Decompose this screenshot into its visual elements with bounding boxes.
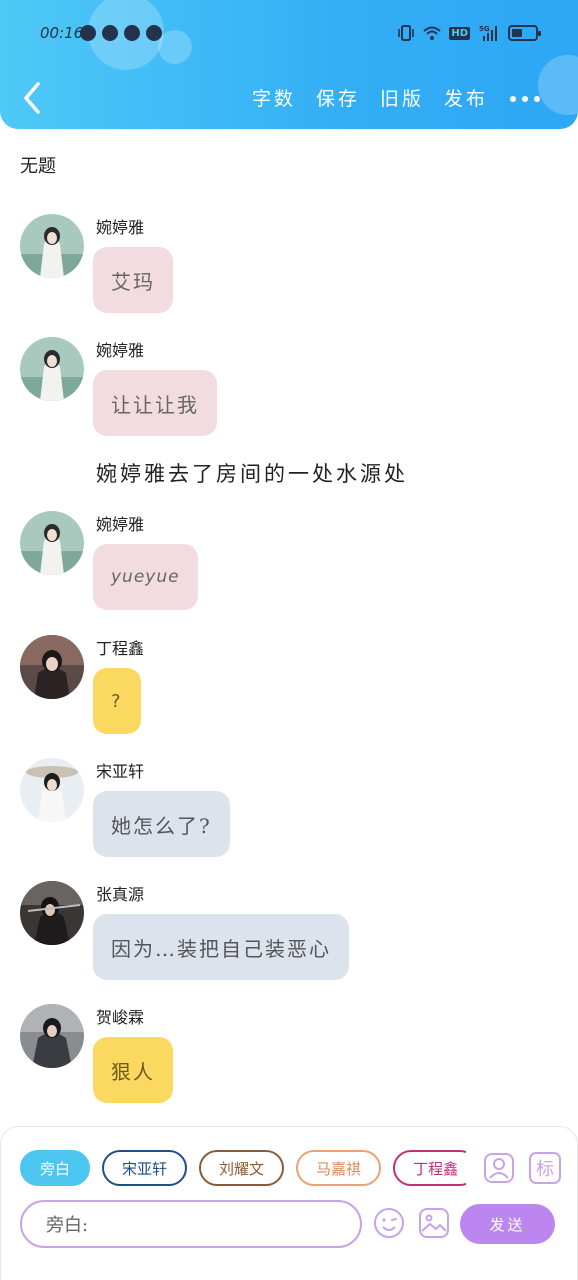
message-bubble[interactable]: 让让让我 (93, 370, 217, 436)
app-header: 00:16 HD 5G 字数 保存 旧版 发布 (0, 0, 578, 129)
notification-icon (146, 25, 162, 41)
old-version-button[interactable]: 旧版 (380, 84, 424, 111)
decor-bubble (538, 55, 578, 115)
more-dots-icon[interactable] (510, 96, 540, 102)
message-bubble[interactable]: 艾玛 (93, 247, 173, 313)
chip-dingchengxin[interactable]: 丁程鑫 (393, 1150, 466, 1186)
avatar-dingchengxin[interactable] (20, 635, 84, 699)
sender-name: 张真源 (96, 885, 145, 904)
notification-icon (102, 25, 118, 41)
label-icon[interactable]: 标 (529, 1152, 561, 1184)
notification-icons (80, 25, 162, 41)
message-bubble[interactable]: 她怎么了? (93, 791, 230, 857)
avatar-zhangzhenyuan[interactable] (20, 881, 84, 945)
message-bubble[interactable]: ? (93, 668, 141, 734)
notification-icon (80, 25, 96, 41)
status-bar: 00:16 HD 5G (0, 18, 578, 52)
signal-icon: 5G (479, 25, 497, 41)
vibrate-icon (398, 25, 415, 41)
publish-button[interactable]: 发布 (444, 84, 488, 111)
system-icons: HD 5G (397, 24, 541, 42)
avatar-wantingya[interactable] (20, 214, 84, 278)
notification-icon (124, 25, 140, 41)
word-count-button[interactable]: 字数 (252, 84, 296, 111)
input-prefix: 旁白: (46, 1215, 89, 1236)
message-input[interactable]: 旁白: (20, 1200, 362, 1248)
narration-text[interactable]: 婉婷雅去了房间的一处水源处 (96, 458, 408, 488)
message-bubble[interactable]: 因为…装把自己装恶心 (93, 914, 349, 980)
sender-name: 婉婷雅 (96, 218, 145, 237)
avatar-songyaxuan[interactable] (20, 758, 84, 822)
status-time: 00:16 (40, 24, 84, 42)
chip-narrator[interactable]: 旁白 (20, 1150, 91, 1186)
back-button[interactable] (18, 80, 48, 116)
avatar-wantingya[interactable] (20, 511, 84, 575)
battery-icon (508, 25, 541, 41)
story-title: 无题 (20, 156, 56, 177)
message-bubble[interactable]: yueyue (93, 544, 198, 610)
sender-name: 婉婷雅 (96, 341, 145, 360)
wifi-icon (423, 26, 441, 40)
sender-name: 婉婷雅 (96, 515, 145, 534)
hd-badge: HD (449, 26, 470, 40)
svg-text:5G: 5G (479, 25, 490, 33)
sender-name: 贺峻霖 (96, 1008, 145, 1027)
message-bubble[interactable]: 狠人 (93, 1037, 173, 1103)
sender-name: 宋亚轩 (96, 762, 145, 781)
character-chips: 旁白 宋亚轩 刘耀文 马嘉祺 丁程鑫 (20, 1150, 466, 1186)
avatar-wantingya[interactable] (20, 337, 84, 401)
chip-majiaqi[interactable]: 马嘉祺 (296, 1150, 382, 1186)
emoji-icon[interactable] (373, 1207, 405, 1239)
chip-liuyaowen[interactable]: 刘耀文 (199, 1150, 285, 1186)
toolbar: 字数 保存 旧版 发布 (252, 84, 488, 111)
image-icon[interactable] (418, 1207, 450, 1239)
chip-songyaxuan[interactable]: 宋亚轩 (102, 1150, 188, 1186)
avatar-hejunlin[interactable] (20, 1004, 84, 1068)
save-button[interactable]: 保存 (316, 84, 360, 111)
character-icon[interactable] (483, 1152, 515, 1184)
sender-name: 丁程鑫 (96, 639, 145, 658)
send-button[interactable]: 发送 (460, 1204, 555, 1244)
label-icon-text: 标 (536, 1159, 554, 1180)
